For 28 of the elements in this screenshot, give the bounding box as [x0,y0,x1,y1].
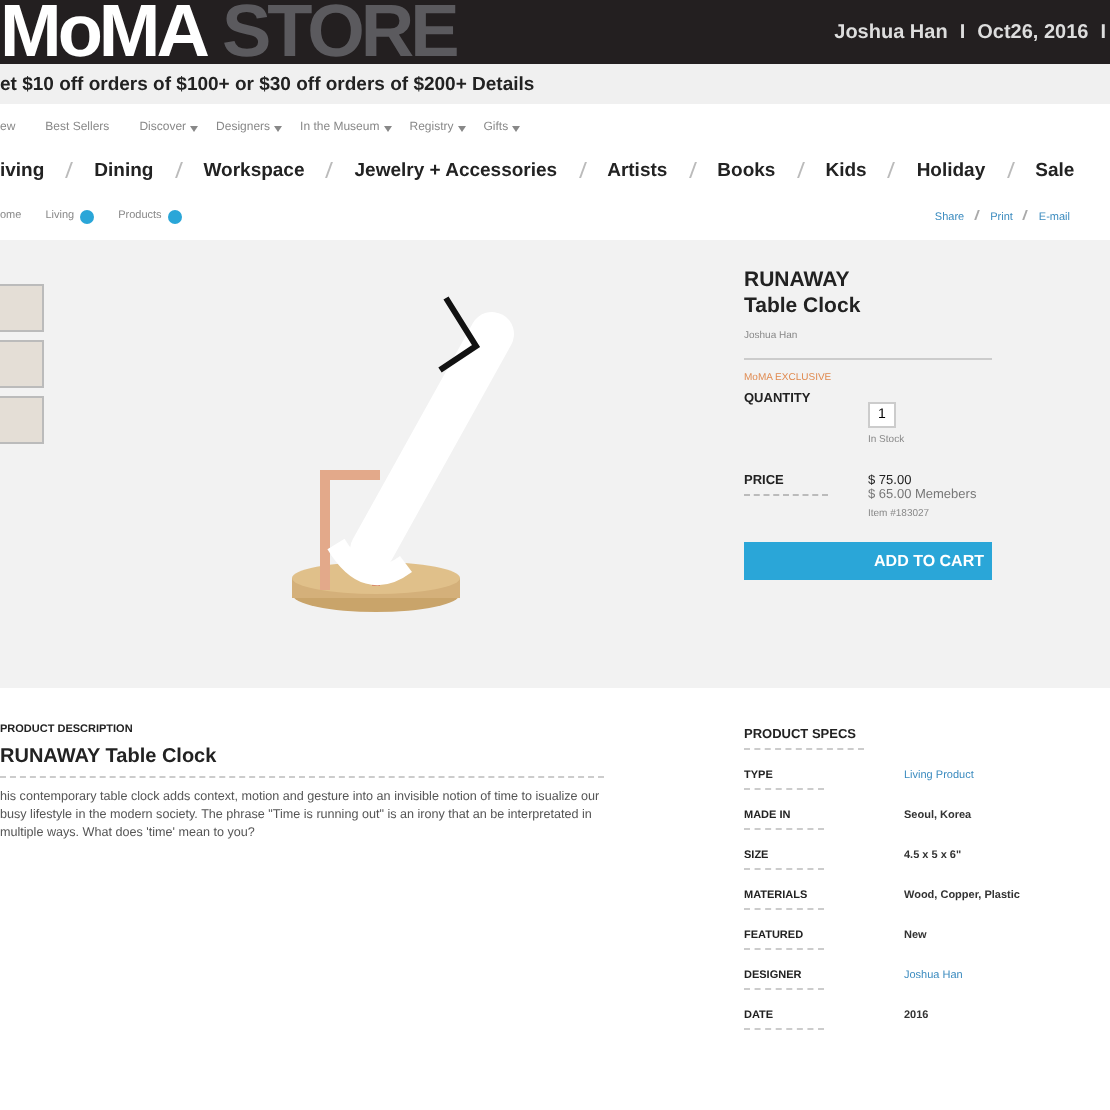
logo-text[interactable]: MoMA [0,0,206,64]
user-name[interactable]: Joshua Han [834,21,948,43]
separator: I [959,21,966,43]
thumbnail-photo-placeholder[interactable] [0,284,44,332]
product-title: Table Clock [744,294,863,320]
caret-icon[interactable] [457,125,466,131]
category-link[interactable]: Artists [607,159,668,181]
category-link[interactable]: Dining [94,159,154,181]
product-title: RUNAWAY [744,268,852,294]
logo-text[interactable]: STORE [221,0,456,64]
category-link[interactable]: iving [0,159,45,181]
thumbnail-photo-placeholder[interactable] [0,396,44,444]
category-link[interactable]: Sale [1035,159,1075,181]
category-link[interactable]: Books [717,159,776,181]
caret-icon[interactable] [512,125,521,131]
separator: I [1100,21,1106,43]
thumbnail-photo-placeholder[interactable] [0,340,44,388]
caret-icon[interactable] [383,125,392,131]
category-link[interactable]: Holiday [916,159,986,181]
date-text: Oct26, 2016 [977,21,1089,43]
category-link[interactable]: Jewelry + Accessories [354,159,558,181]
caret-icon[interactable] [190,125,199,131]
promo-text[interactable]: et $10 off orders of $100+ or $30 off orders of $200+ Details [0,73,535,95]
category-link[interactable]: Kids [825,159,867,181]
caret-icon[interactable] [274,125,283,131]
add-to-cart-button[interactable]: ADD TO CART [744,542,992,580]
category-link[interactable]: Workspace [203,159,305,181]
description-title: RUNAWAY Table Clock [0,746,604,778]
